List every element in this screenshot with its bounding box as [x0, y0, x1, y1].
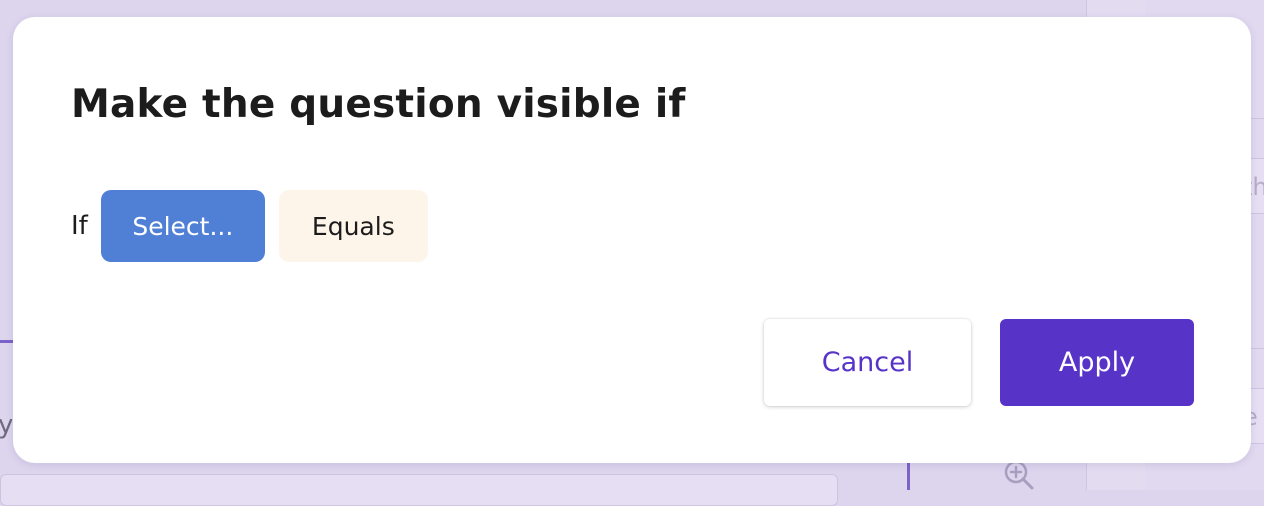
- background-text: yo: [0, 410, 12, 440]
- background-accent-line: [907, 462, 910, 490]
- operator-label: Equals: [311, 211, 395, 241]
- condition-dialog: Make the question visible if If Select..…: [13, 17, 1251, 463]
- dialog-title: Make the question visible if: [71, 82, 686, 127]
- cancel-button-label: Cancel: [821, 347, 914, 378]
- background-input: [0, 474, 838, 506]
- zoom-in-icon: [1002, 458, 1036, 492]
- condition-row: If Select... Equals: [71, 190, 428, 262]
- if-label: If: [71, 211, 88, 241]
- cancel-button[interactable]: Cancel: [764, 319, 971, 406]
- apply-button[interactable]: Apply: [1000, 319, 1194, 406]
- apply-button-label: Apply: [1058, 347, 1136, 378]
- question-select-label: Select...: [132, 211, 234, 241]
- question-select-dropdown[interactable]: Select...: [100, 190, 265, 262]
- background-accent-bar: [0, 340, 14, 343]
- operator-dropdown[interactable]: Equals: [278, 190, 428, 262]
